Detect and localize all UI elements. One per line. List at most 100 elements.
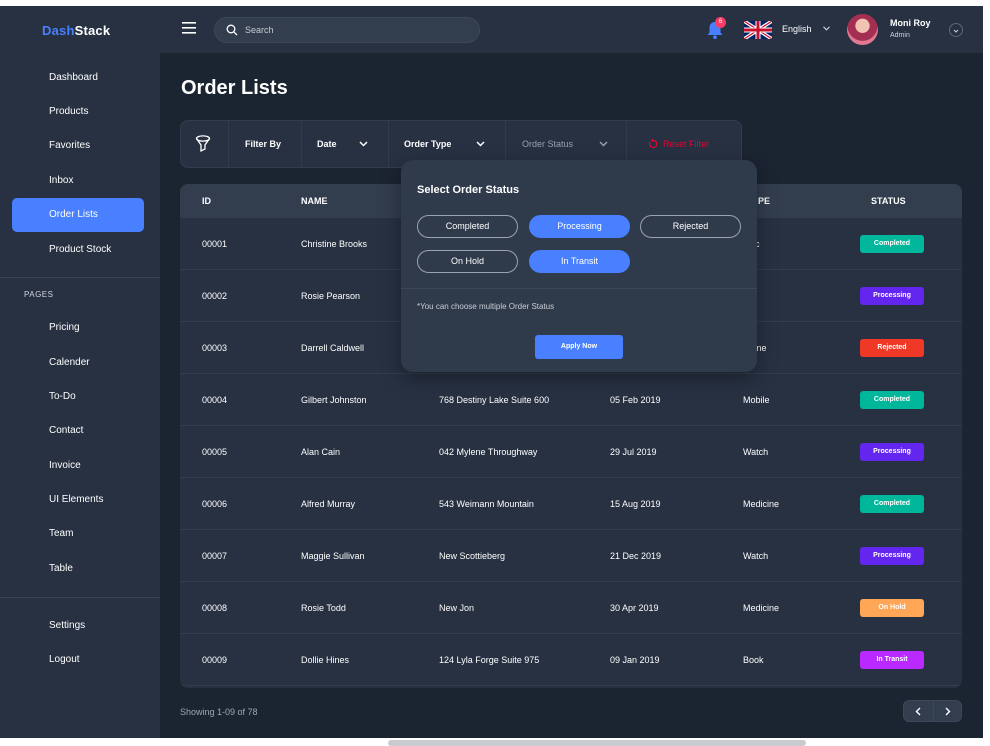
cell-id: 00003: [202, 343, 228, 353]
sidebar-item-order-lists[interactable]: Order Lists: [12, 198, 144, 232]
cell-date: 09 Jan 2019: [610, 655, 660, 665]
column-header-status[interactable]: STATUS: [871, 184, 906, 218]
user-name: Moni Roy: [890, 18, 931, 28]
cell-address: New Jon: [439, 603, 475, 613]
chevron-down-icon[interactable]: [823, 26, 830, 31]
status-badge: In Transit: [860, 651, 924, 669]
cell-id: 00007: [202, 551, 228, 561]
cell-address: 124 Lyla Forge Suite 975: [439, 655, 540, 665]
next-page-button[interactable]: [934, 701, 963, 721]
sidebar-item-table[interactable]: Table: [12, 552, 144, 586]
column-header-name[interactable]: NAME: [301, 184, 328, 218]
avatar[interactable]: [847, 14, 878, 45]
status-badge: Processing: [860, 287, 924, 305]
table-row[interactable]: 00006 Alfred Murray 543 Weimann Mountain 15…: [180, 478, 962, 530]
horizontal-scrollbar[interactable]: [388, 740, 806, 746]
cell-date: 30 Apr 2019: [610, 603, 659, 613]
prev-page-button[interactable]: [904, 701, 933, 721]
cell-name: Darrell Caldwell: [301, 343, 365, 353]
cell-name: Maggie Sullivan: [301, 551, 365, 561]
app-window: DashStack Dashboard Products Favorites I…: [0, 6, 983, 738]
chevron-down-icon[interactable]: [599, 141, 608, 147]
uk-flag-icon[interactable]: [744, 21, 772, 39]
language-selector[interactable]: English: [782, 24, 812, 34]
sidebar-item-inbox[interactable]: Inbox: [12, 164, 144, 198]
cell-address: New Scottieberg: [439, 551, 506, 561]
status-chip-processing[interactable]: Processing: [529, 215, 630, 238]
search-icon: [226, 24, 238, 36]
table-row[interactable]: 00005 Alan Cain 042 Mylene Throughway 29 Ju…: [180, 426, 962, 478]
status-chip-completed[interactable]: Completed: [417, 215, 518, 238]
cell-id: 00004: [202, 395, 228, 405]
table-row[interactable]: 00007 Maggie Sullivan New Scottieberg 21 De…: [180, 530, 962, 582]
cell-id: 00008: [202, 603, 228, 613]
status-chip-on-hold[interactable]: On Hold: [417, 250, 518, 273]
sidebar-item-pricing[interactable]: Pricing: [12, 311, 144, 345]
sidebar-item-invoice[interactable]: Invoice: [12, 449, 144, 483]
cell-name: Dollie Hines: [301, 655, 350, 665]
dropdown-note: *You can choose multiple Order Status: [417, 302, 555, 311]
cell-id: 00009: [202, 655, 228, 665]
cell-name: Rosie Todd: [301, 603, 346, 613]
status-chip-in-transit[interactable]: In Transit: [529, 250, 630, 273]
cell-type: Medicine: [743, 603, 780, 613]
sidebar-item-calender[interactable]: Calender: [12, 346, 144, 380]
sidebar-item-favorites[interactable]: Favorites: [12, 129, 144, 163]
search-box: [214, 17, 480, 43]
table-row[interactable]: 00008 Rosie Todd New Jon 30 Apr 2019 Medicin…: [180, 582, 962, 634]
sidebar-item-logout[interactable]: Logout: [12, 643, 144, 677]
sidebar-item-todo[interactable]: To-Do: [12, 380, 144, 414]
cell-name: Christine Brooks: [301, 239, 368, 249]
page-title: Order Lists: [181, 77, 288, 99]
profile-menu-button[interactable]: [949, 23, 963, 37]
cell-type: Medicine: [743, 499, 780, 509]
cell-date: 21 Dec 2019: [610, 551, 662, 561]
chevron-down-icon[interactable]: [359, 141, 368, 147]
search-input[interactable]: [245, 18, 465, 42]
cell-type: Mobile: [743, 395, 770, 405]
chevron-left-icon: [915, 707, 921, 716]
cell-id: 00005: [202, 447, 228, 457]
cell-id: 00006: [202, 499, 228, 509]
cell-address: 768 Destiny Lake Suite 600: [439, 395, 550, 405]
chevron-right-icon: [945, 707, 951, 716]
sidebar-item-team[interactable]: Team: [12, 517, 144, 551]
status-chip-rejected[interactable]: Rejected: [640, 215, 741, 238]
date-filter[interactable]: Date: [317, 121, 337, 167]
brand-logo[interactable]: DashStack: [42, 23, 110, 38]
status-badge: Completed: [860, 391, 924, 409]
cell-id: 00001: [202, 239, 228, 249]
sidebar-item-settings[interactable]: Settings: [12, 609, 144, 643]
status-badge: Rejected: [860, 339, 924, 357]
status-badge: Completed: [860, 495, 924, 513]
sidebar-item-contact[interactable]: Contact: [12, 414, 144, 448]
cell-name: Rosie Pearson: [301, 291, 361, 301]
apply-now-button[interactable]: Apply Now: [535, 335, 623, 359]
table-row[interactable]: 00004 Gilbert Johnston 768 Destiny Lake Su…: [180, 374, 962, 426]
sidebar-item-products[interactable]: Products: [12, 95, 144, 129]
dropdown-divider: [401, 288, 757, 289]
sidebar-item-dashboard[interactable]: Dashboard: [12, 61, 144, 95]
sidebar-item-ui-elements[interactable]: UI Elements: [12, 483, 144, 517]
notification-badge: 6: [715, 17, 726, 28]
column-header-id[interactable]: ID: [202, 184, 211, 218]
status-badge: Processing: [860, 547, 924, 565]
pagination-info: Showing 1-09 of 78: [180, 707, 258, 717]
menu-icon[interactable]: [182, 22, 196, 34]
filter-icon[interactable]: [195, 135, 211, 153]
user-role: Admin: [890, 32, 910, 39]
column-header-type[interactable]: PE: [758, 184, 770, 218]
cell-type: Watch: [743, 551, 769, 561]
chevron-down-icon[interactable]: [476, 141, 485, 147]
cell-date: 29 Jul 2019: [610, 447, 657, 457]
cell-name: Alfred Murray: [301, 499, 356, 509]
table-row[interactable]: 00009 Dollie Hines 124 Lyla Forge Suite 97…: [180, 634, 962, 686]
sidebar-divider: [0, 277, 160, 278]
topbar: 6 English Moni Roy Admin: [160, 6, 983, 53]
cell-name: Alan Cain: [301, 447, 341, 457]
sidebar-item-product-stock[interactable]: Product Stock: [12, 233, 144, 267]
sidebar-section-pages: PAGES: [24, 290, 54, 299]
reset-filter-label: Reset Filter: [663, 139, 710, 149]
cell-id: 00002: [202, 291, 228, 301]
chevron-down-icon: [953, 29, 959, 33]
